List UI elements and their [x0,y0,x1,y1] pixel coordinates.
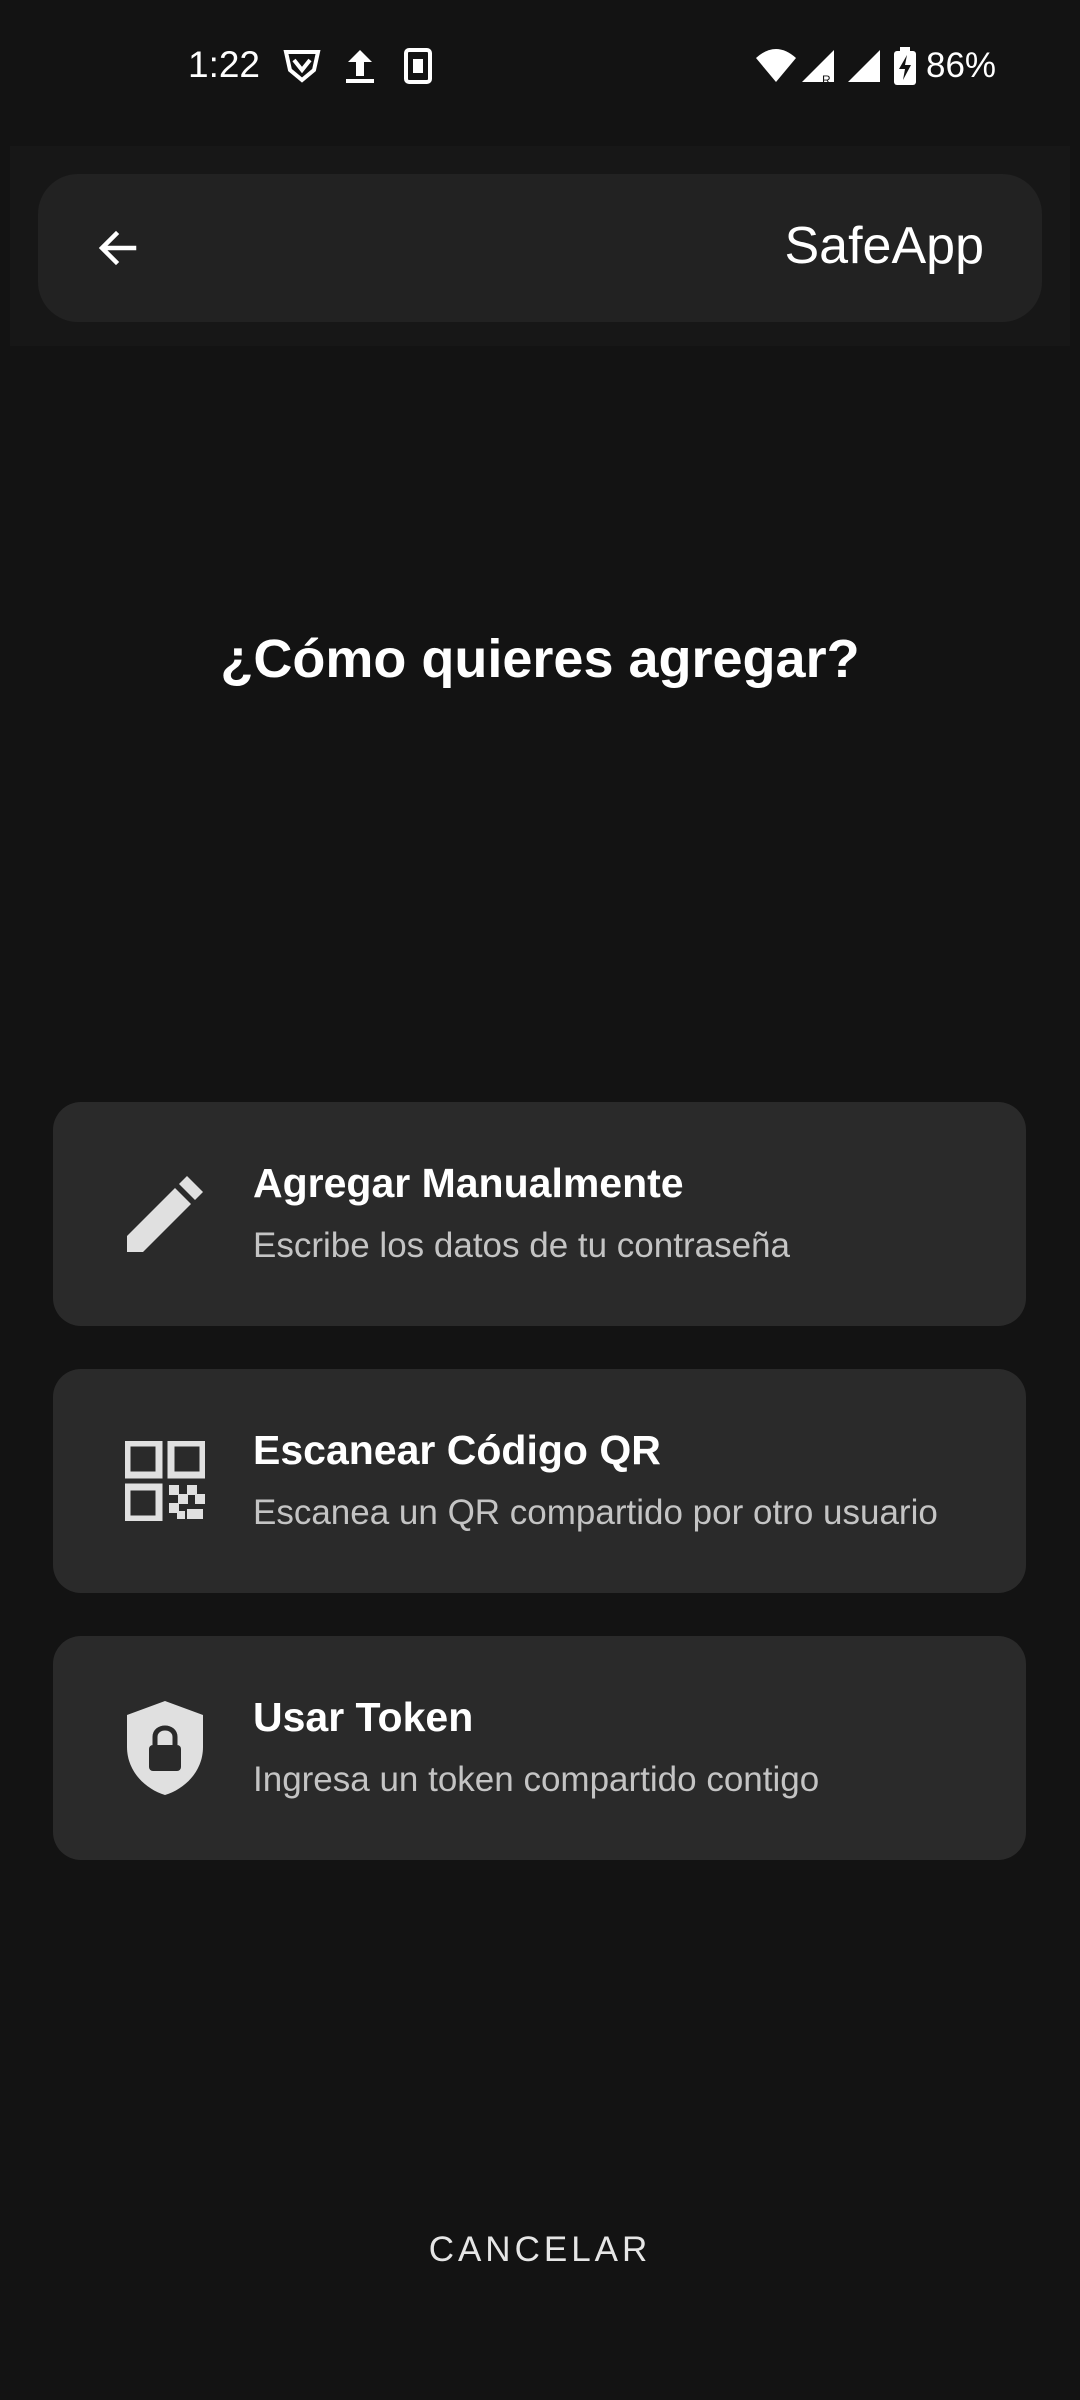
signal-icon [848,50,880,82]
option-icon-container [115,1698,215,1798]
app-title: SafeApp [784,217,985,275]
option-add-manually[interactable]: Agregar Manualmente Escribe los datos de… [53,1102,1026,1326]
battery-percent: 86% [926,46,997,85]
option-use-token[interactable]: Usar Token Ingresa un token compartido c… [53,1636,1026,1860]
battery-charging-icon [894,47,916,85]
cancel-button[interactable]: CANCELAR [390,2210,690,2290]
page-heading: ¿Cómo quieres agregar? [220,629,860,689]
option-icon-container [115,1164,215,1264]
svg-text:R: R [822,73,831,86]
back-button[interactable] [78,208,158,288]
top-app-bar: SafeApp [38,174,1042,322]
option-title: Usar Token [253,1694,474,1740]
signal-roaming-icon: R [802,50,834,86]
screen: 1:22 R 86% SafeApp ¿Cómo quieres agregar… [0,0,1080,2400]
option-subtitle: Escanea un QR compartido por otro usuari… [253,1493,938,1532]
option-subtitle: Escribe los datos de tu contraseña [253,1226,790,1265]
option-icon-container [115,1431,215,1531]
option-scan-qr[interactable]: Escanear Código QR Escanea un QR compart… [53,1369,1026,1593]
status-bar: 1:22 R 86% [0,0,1080,140]
status-time: 1:22 [188,44,261,85]
arrow-back-icon [98,230,137,266]
pencil-icon [127,1176,203,1252]
sim-card-icon [404,48,432,84]
upload-icon [346,50,374,83]
option-title: Escanear Código QR [253,1427,661,1473]
option-title: Agregar Manualmente [253,1160,684,1206]
qr-code-icon [125,1441,205,1521]
wifi-icon [756,49,796,82]
vpn-shield-icon [283,50,321,83]
option-subtitle: Ingresa un token compartido contigo [253,1760,820,1799]
shield-lock-icon [127,1701,203,1795]
